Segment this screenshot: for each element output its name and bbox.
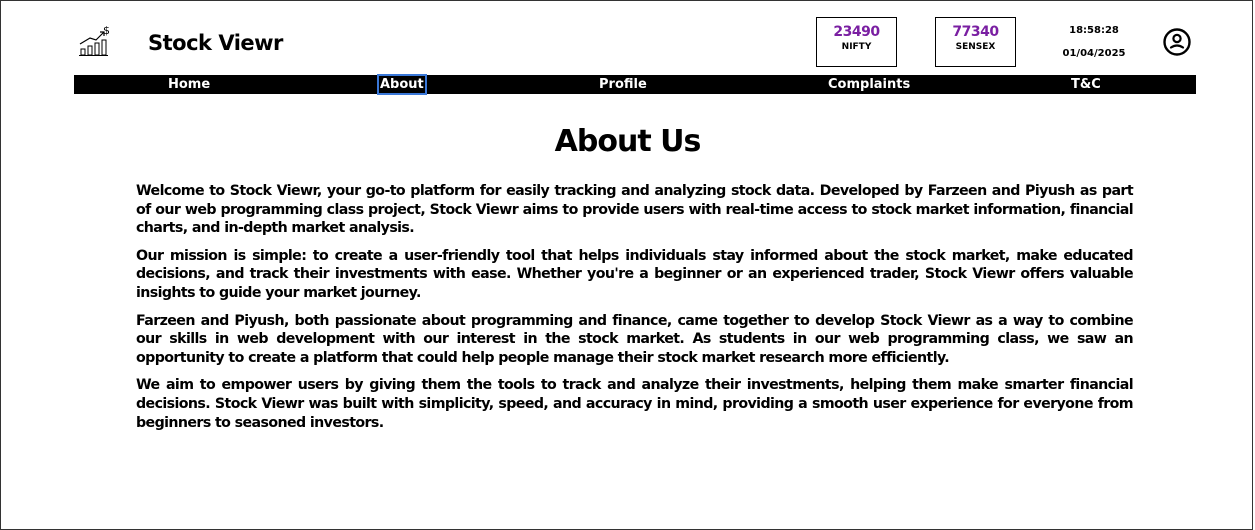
- nav-home[interactable]: Home: [166, 75, 212, 94]
- about-paragraph: We aim to empower users by giving them t…: [136, 377, 1134, 431]
- nav-terms[interactable]: T&C: [1069, 75, 1103, 94]
- clock-date: 01/04/2025: [1062, 48, 1126, 59]
- about-paragraph: Farzeen and Piyush, both passionate abou…: [136, 312, 1134, 366]
- clock-time: 18:58:28: [1069, 25, 1119, 36]
- ticker-sensex: 77340 SENSEX: [935, 17, 1016, 67]
- about-paragraph: Welcome to Stock Viewr, your go-to platf…: [136, 183, 1134, 237]
- about-paragraph: Our mission is simple: to create a user-…: [136, 247, 1134, 301]
- ticker-value: 77340: [952, 24, 999, 40]
- nav-profile[interactable]: Profile: [597, 75, 649, 94]
- nav-bar: Home About Profile Complaints T&C: [74, 74, 1196, 95]
- ticker-nifty: 23490 NIFTY: [816, 17, 897, 67]
- ticker-name: SENSEX: [955, 42, 996, 52]
- nav-about[interactable]: About: [377, 74, 427, 95]
- about-content: Welcome to Stock Viewr, your go-to platf…: [136, 182, 1134, 441]
- clock: 18:58:28 01/04/2025: [1054, 25, 1134, 59]
- stock-growth-chart-icon[interactable]: $: [78, 24, 114, 58]
- page-title: About Us: [554, 124, 702, 159]
- ticker-name: NIFTY: [841, 42, 872, 52]
- ticker-value: 23490: [833, 24, 880, 40]
- user-circle-icon[interactable]: [1162, 27, 1192, 57]
- app-name: Stock Viewr: [148, 31, 283, 55]
- header: $ Stock Viewr 23490 NIFTY 77340 SENSEX 1…: [74, 14, 1196, 74]
- nav-complaints[interactable]: Complaints: [826, 75, 912, 94]
